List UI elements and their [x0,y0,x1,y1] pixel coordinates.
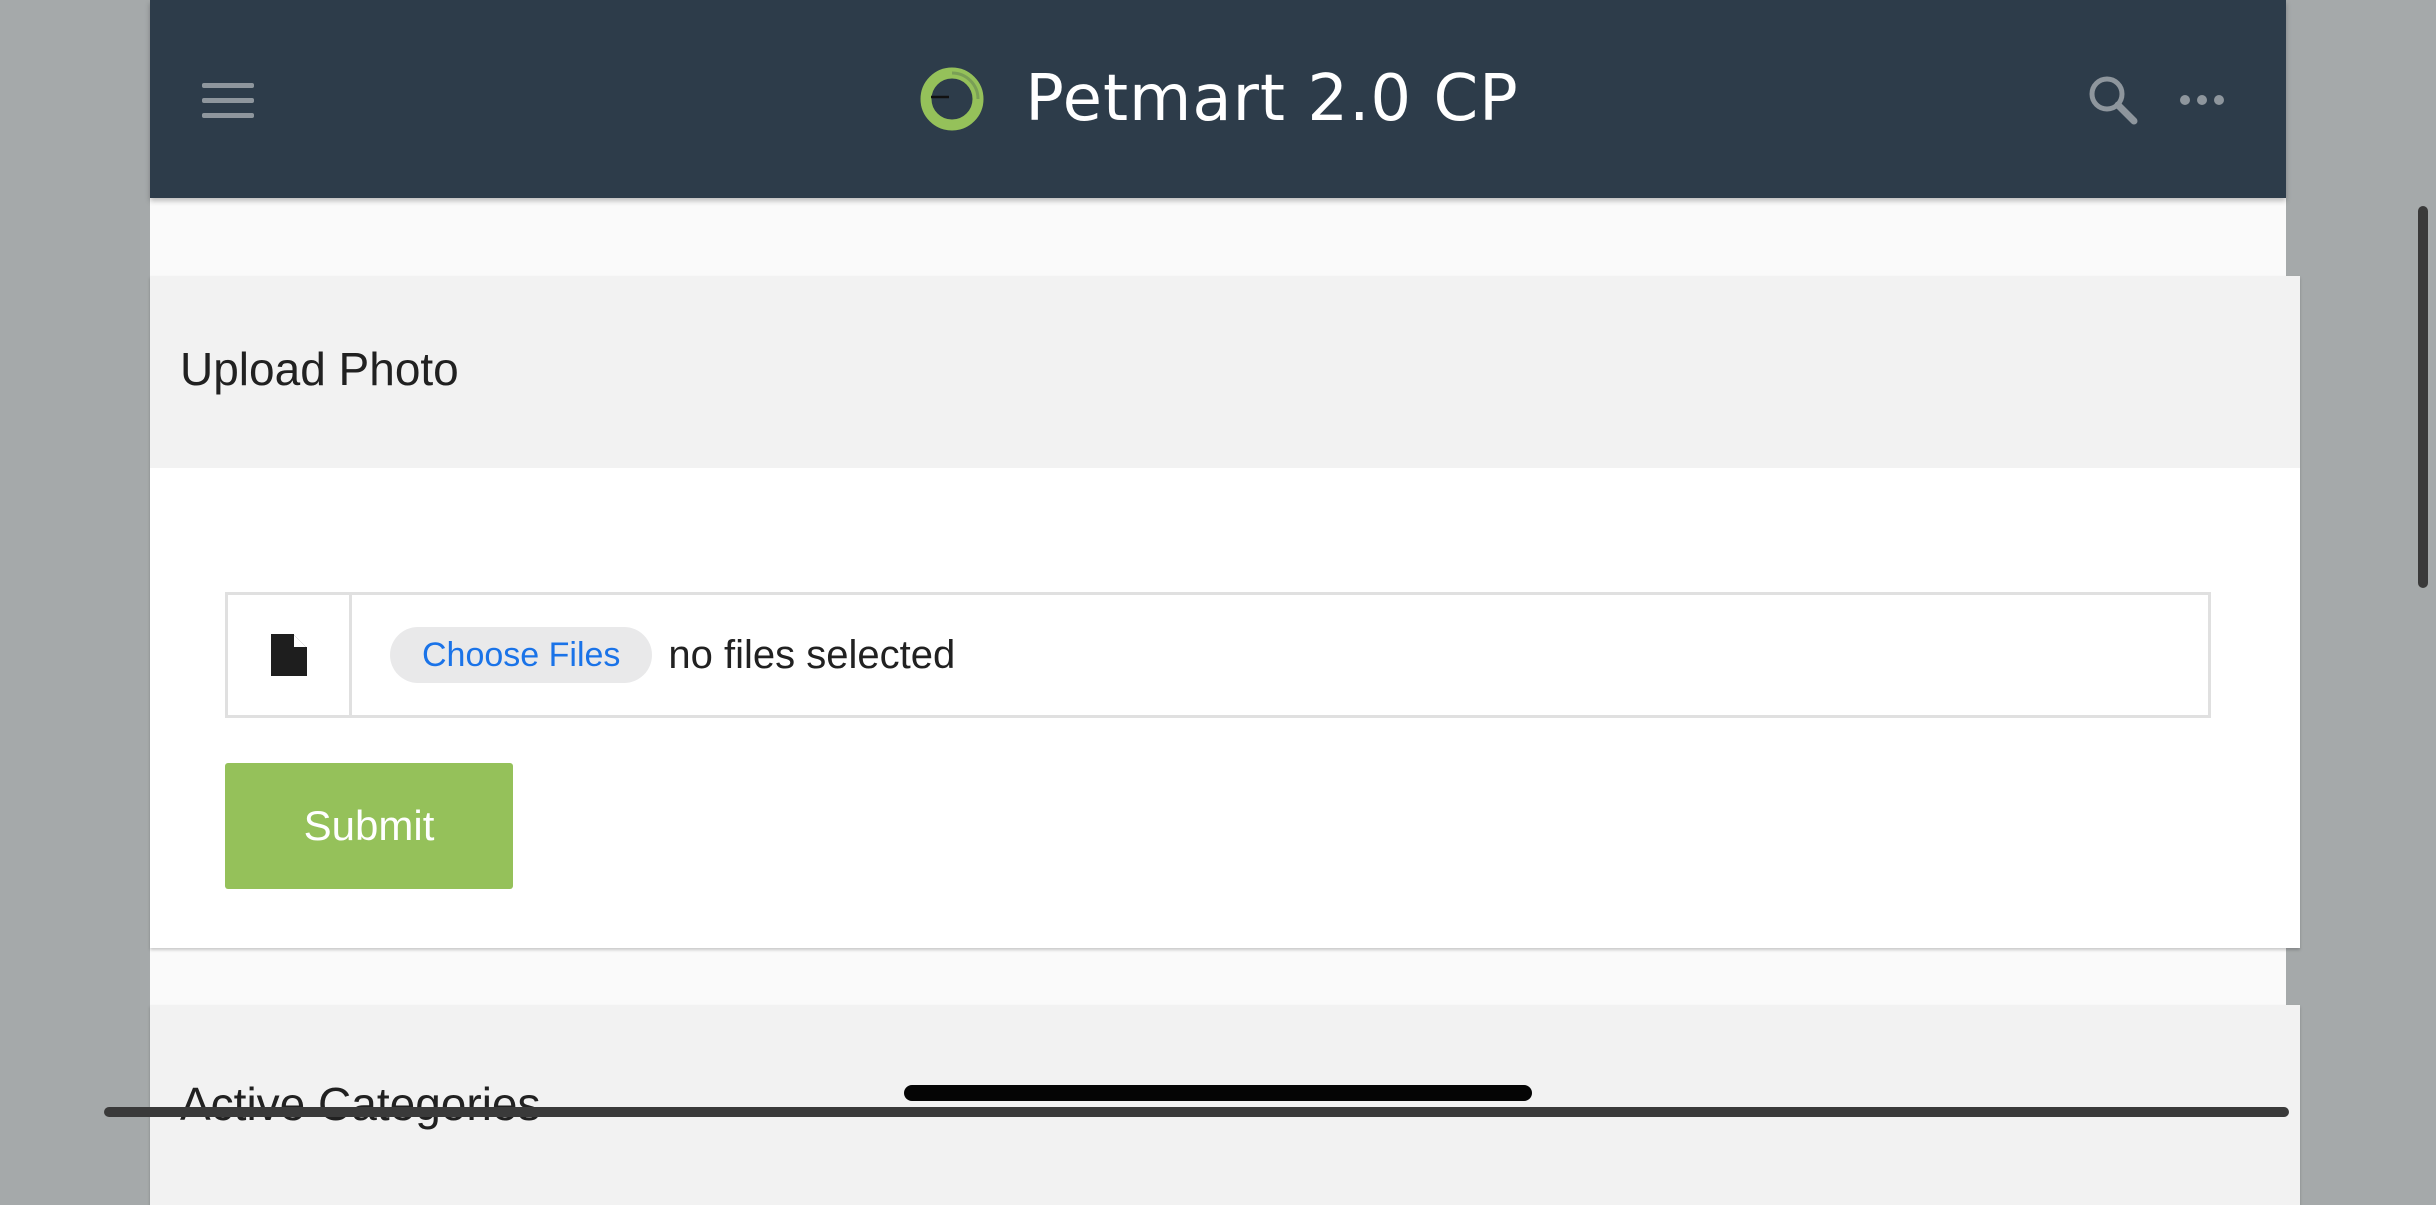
search-button[interactable] [2085,72,2141,128]
page: Petmart 2.0 CP Upload Photo Choose Files… [150,0,2300,1205]
file-status-text: no files selected [668,632,956,677]
horizontal-scrollbar[interactable] [104,1107,2289,1117]
card-header: Upload Photo [150,276,2300,468]
submit-button[interactable]: Submit [225,763,513,889]
file-input[interactable]: Choose Files no files selected [352,595,2208,715]
file-icon-addon [228,595,352,715]
vertical-scrollbar[interactable] [2418,206,2428,588]
app-title: Petmart 2.0 CP [1025,62,1519,136]
card-header: Active Categories [150,1005,2300,1205]
card-title: Upload Photo [180,343,459,395]
more-button[interactable] [2175,72,2231,128]
card-title: Active Categories [180,1078,541,1130]
more-horizontal-icon [2180,95,2224,105]
circle-logo-icon [920,67,984,131]
active-categories-card: Active Categories [150,1005,2300,1205]
hamburger-menu-icon [200,72,256,128]
file-input-group: Choose Files no files selected [225,592,2211,718]
choose-files-button[interactable]: Choose Files [390,627,653,683]
search-icon [2089,76,2138,125]
document-icon [270,634,307,676]
brand: Petmart 2.0 CP [150,0,2286,198]
app-header: Petmart 2.0 CP [150,0,2286,198]
upload-photo-card: Upload Photo Choose Files no files selec… [150,276,2300,948]
menu-button[interactable] [200,72,256,128]
home-indicator[interactable] [904,1085,1532,1101]
